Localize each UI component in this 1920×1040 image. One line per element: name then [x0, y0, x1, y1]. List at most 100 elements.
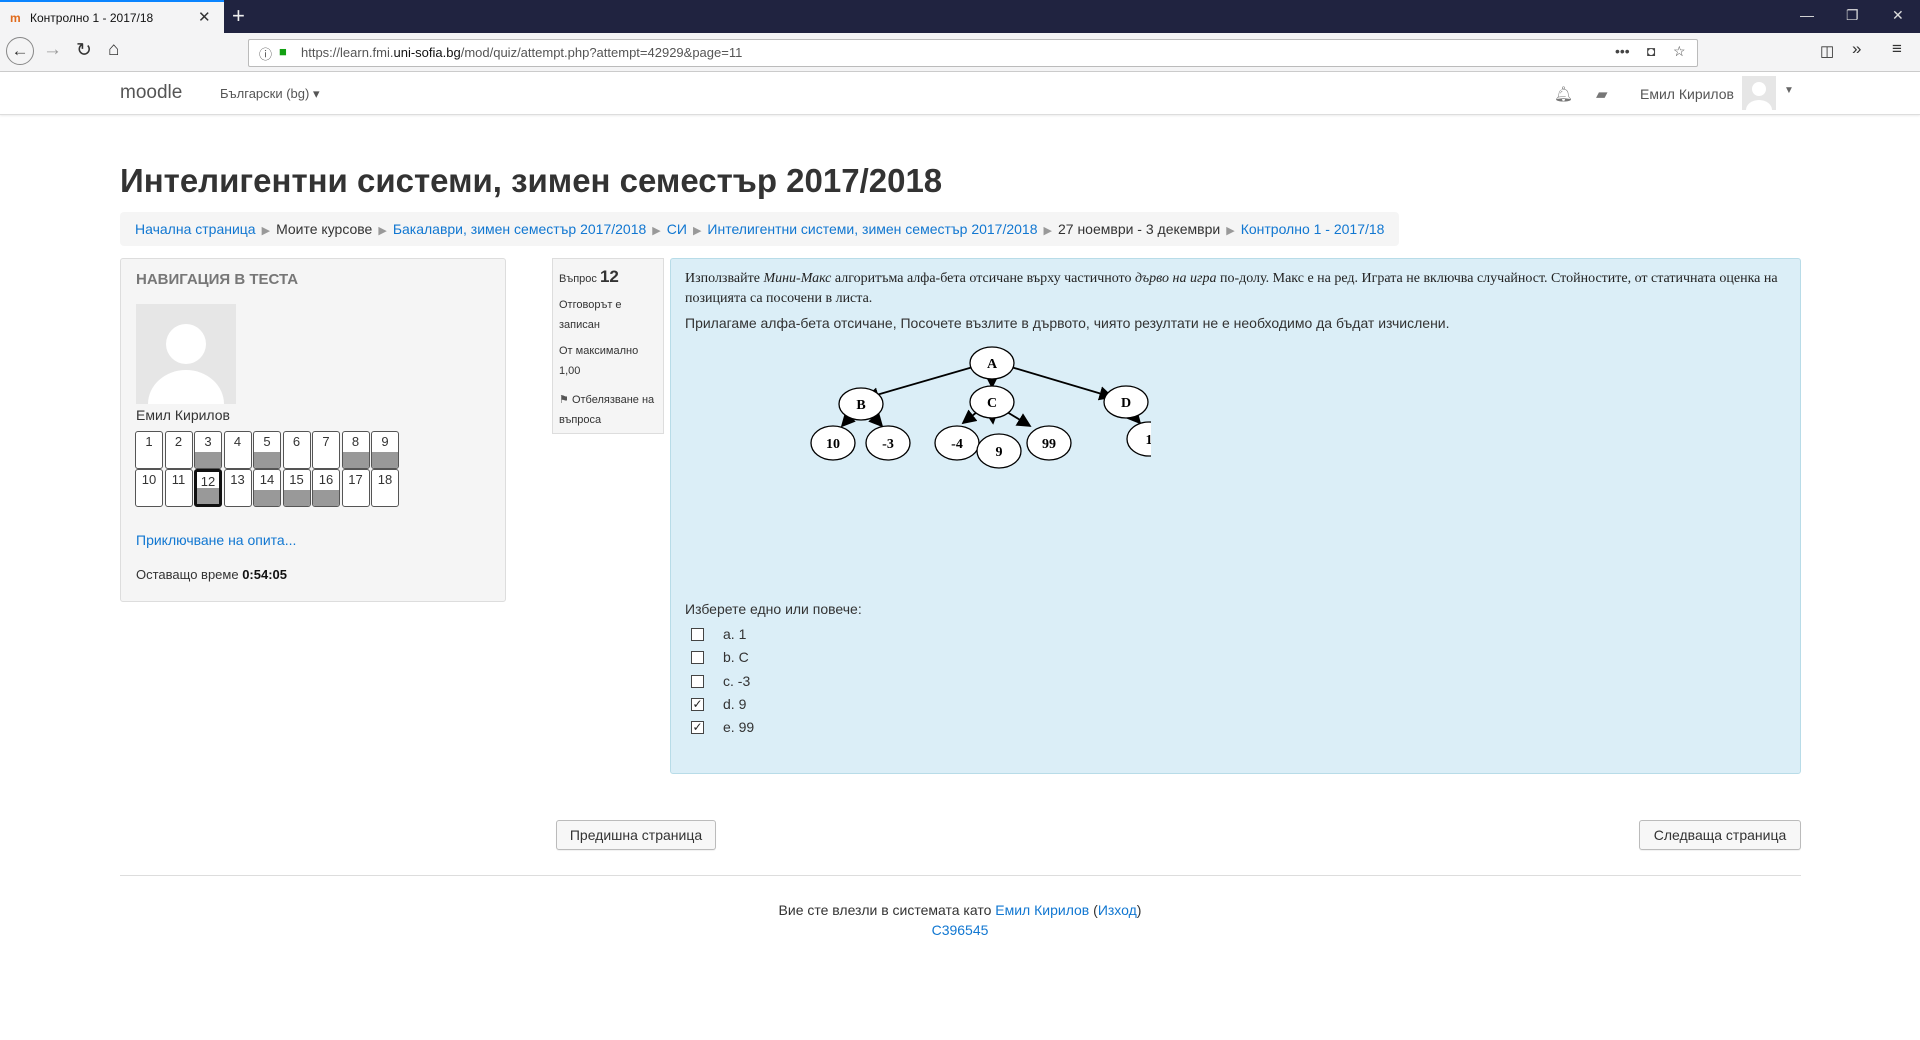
answer-prompt: Изберете едно или повече: [685, 601, 862, 617]
breadcrumb-item[interactable]: Начална страница [135, 221, 256, 237]
game-tree-diagram: A B C D 10 -3 -4 9 99 1 [810, 346, 1151, 469]
answer-option[interactable]: ✓ e. 99 [691, 718, 991, 740]
question-nav-button[interactable]: 17 [341, 469, 370, 507]
answer-option[interactable]: c. -3 [691, 672, 991, 694]
question-content: Използвайте Мини-Макс алгоритъма алфа-бе… [670, 258, 1801, 774]
page-title: Интелигентни системи, зимен семестър 201… [120, 162, 943, 199]
avatar[interactable] [1742, 76, 1776, 110]
chevron-down-icon[interactable]: ▼ [1784, 85, 1794, 96]
pocket-icon[interactable]: ◘ [1647, 43, 1655, 59]
question-text: Използвайте Мини-Макс алгоритъма алфа-бе… [685, 271, 1778, 306]
tree-node-label: 9 [996, 445, 1003, 460]
menu-icon[interactable]: ≡ [1892, 39, 1902, 59]
breadcrumb-item[interactable]: Интелигентни системи, зимен семестър 201… [707, 221, 1037, 237]
answer-label[interactable]: d. 9 [723, 696, 746, 712]
question-nav-button[interactable]: 5 [253, 431, 281, 469]
flag-icon[interactable]: ⚑ [559, 394, 569, 406]
breadcrumb-separator-icon: ▶ [261, 225, 271, 237]
session-link[interactable]: C396545 [932, 922, 989, 938]
tree-node-label: C [987, 396, 997, 411]
footer-divider [120, 875, 1801, 876]
close-tab-icon[interactable]: ✕ [198, 8, 211, 26]
question-nav-button[interactable]: 18 [371, 469, 399, 507]
home-icon[interactable]: ⌂ [108, 39, 119, 61]
finish-attempt-link[interactable]: Приключване на опита... [136, 532, 296, 548]
question-nav-button[interactable]: 4 [223, 431, 252, 469]
forward-icon[interactable]: → [43, 39, 62, 61]
language-menu[interactable]: Български (bg) ▾ [220, 86, 319, 102]
answer-checkbox[interactable] [691, 628, 704, 641]
question-info: Въпрос 12 Отговорът е записан От максима… [552, 258, 664, 434]
answer-option[interactable]: a. 1 [691, 625, 991, 647]
question-nav-button[interactable]: 14 [253, 469, 281, 507]
answer-checkbox[interactable]: ✓ [691, 721, 704, 735]
timer: Оставащо време 0:54:05 [136, 567, 287, 582]
question-nav-button[interactable]: 7 [312, 431, 340, 469]
new-tab-icon[interactable]: + [232, 3, 245, 29]
messages-icon[interactable]: ▰ [1596, 85, 1608, 103]
question-nav-button[interactable]: 6 [282, 431, 311, 469]
breadcrumb-item[interactable]: Бакалаври, зимен семестър 2017/2018 [393, 221, 646, 237]
question-nav-button[interactable]: 10 [135, 469, 163, 507]
answer-label[interactable]: e. 99 [723, 719, 754, 735]
browser-tab-bar: m Контролно 1 - 2017/18 ✕ + — ❐ ✕ [0, 0, 1920, 33]
breadcrumb-separator-icon: ▶ [378, 225, 387, 237]
flag-question[interactable]: ⚑ Отбелязване на въпроса [559, 390, 659, 430]
block-title: НАВИГАЦИЯ В ТЕСТА [136, 271, 299, 288]
tree-node-label: 10 [826, 437, 840, 452]
previous-page-button[interactable]: Предишна страница [556, 820, 716, 850]
lock-icon: ■ [279, 44, 287, 59]
question-mark: От максимално 1,00 [559, 345, 639, 377]
question-number: Въпрос 12 [559, 267, 619, 286]
answer-checkbox[interactable] [691, 651, 704, 665]
url-bar[interactable]: ⓘ ■ https://learn.fmi.uni-sofia.bg/mod/q… [248, 39, 1698, 67]
notifications-icon[interactable]: 🔔︎ [1554, 85, 1573, 103]
question-nav-button[interactable]: 1 [135, 431, 163, 469]
question-nav-button[interactable]: 11 [164, 469, 193, 507]
reload-icon[interactable]: ↻ [76, 39, 92, 62]
answer-option[interactable]: b. C [691, 648, 991, 670]
question-nav-button[interactable]: 13 [223, 469, 252, 507]
sidebar-icon[interactable]: ◫ [1820, 42, 1834, 60]
next-page-button[interactable]: Следваща страница [1639, 820, 1801, 850]
browser-tab[interactable]: m Контролно 1 - 2017/18 ✕ [0, 0, 224, 33]
answer-label[interactable]: b. C [723, 649, 749, 665]
breadcrumb: Начална страница ▶ Моите курсове ▶ Бакалаври… [120, 212, 1400, 246]
tree-node-label: B [856, 398, 865, 413]
answer-label[interactable]: a. 1 [723, 626, 746, 642]
breadcrumb-item: 27 ноември - 3 декември [1057, 221, 1221, 237]
answer-label[interactable]: c. -3 [723, 673, 750, 689]
restore-icon[interactable]: ❐ [1846, 7, 1859, 24]
question-nav-button[interactable]: 8 [341, 431, 370, 469]
breadcrumb-item[interactable]: Контролно 1 - 2017/18 [1241, 221, 1385, 237]
overflow-icon[interactable]: » [1852, 39, 1861, 59]
question-nav-button[interactable]: 9 [371, 431, 399, 469]
tree-node-label: -3 [882, 437, 894, 452]
more-actions-icon[interactable]: ••• [1615, 43, 1630, 59]
bookmark-star-icon[interactable]: ☆ [1673, 43, 1686, 60]
url-text: https://learn.fmi.uni-sofia.bg/mod/quiz/… [301, 45, 743, 60]
timer-value: 0:54:05 [242, 567, 288, 582]
answer-checkbox[interactable] [691, 674, 704, 688]
browser-toolbar: ← → ↻ ⌂ ⓘ ■ https://learn.fmi.uni-sofia.… [0, 33, 1920, 72]
question-nav-button[interactable]: 3 [194, 431, 222, 469]
question-nav-button[interactable]: 15 [282, 469, 311, 507]
minimize-icon[interactable]: — [1800, 7, 1814, 23]
question-nav-button[interactable]: 2 [164, 431, 193, 469]
breadcrumb-item: Моите курсове [276, 221, 373, 237]
site-brand[interactable]: moodle [120, 82, 182, 104]
question-nav-button[interactable]: 16 [312, 469, 340, 507]
breadcrumb-separator-icon: ▶ [1226, 225, 1235, 237]
answer-option[interactable]: ✓ d. 9 [691, 695, 991, 717]
login-info: Вие сте влезли в системата като Емил Кир… [778, 902, 1142, 918]
user-menu-name[interactable]: Емил Кирилов [1640, 86, 1734, 102]
logout-link[interactable]: Изход [1098, 902, 1137, 918]
back-icon[interactable]: ← [6, 37, 34, 65]
info-icon[interactable]: ⓘ [259, 44, 272, 63]
close-window-icon[interactable]: ✕ [1892, 7, 1904, 24]
breadcrumb-item[interactable]: СИ [667, 221, 687, 237]
question-nav-button[interactable]: 12 [194, 469, 222, 507]
user-profile-link[interactable]: Емил Кирилов [995, 902, 1089, 918]
tree-node-label: 99 [1042, 437, 1056, 452]
answer-checkbox[interactable]: ✓ [691, 697, 704, 711]
